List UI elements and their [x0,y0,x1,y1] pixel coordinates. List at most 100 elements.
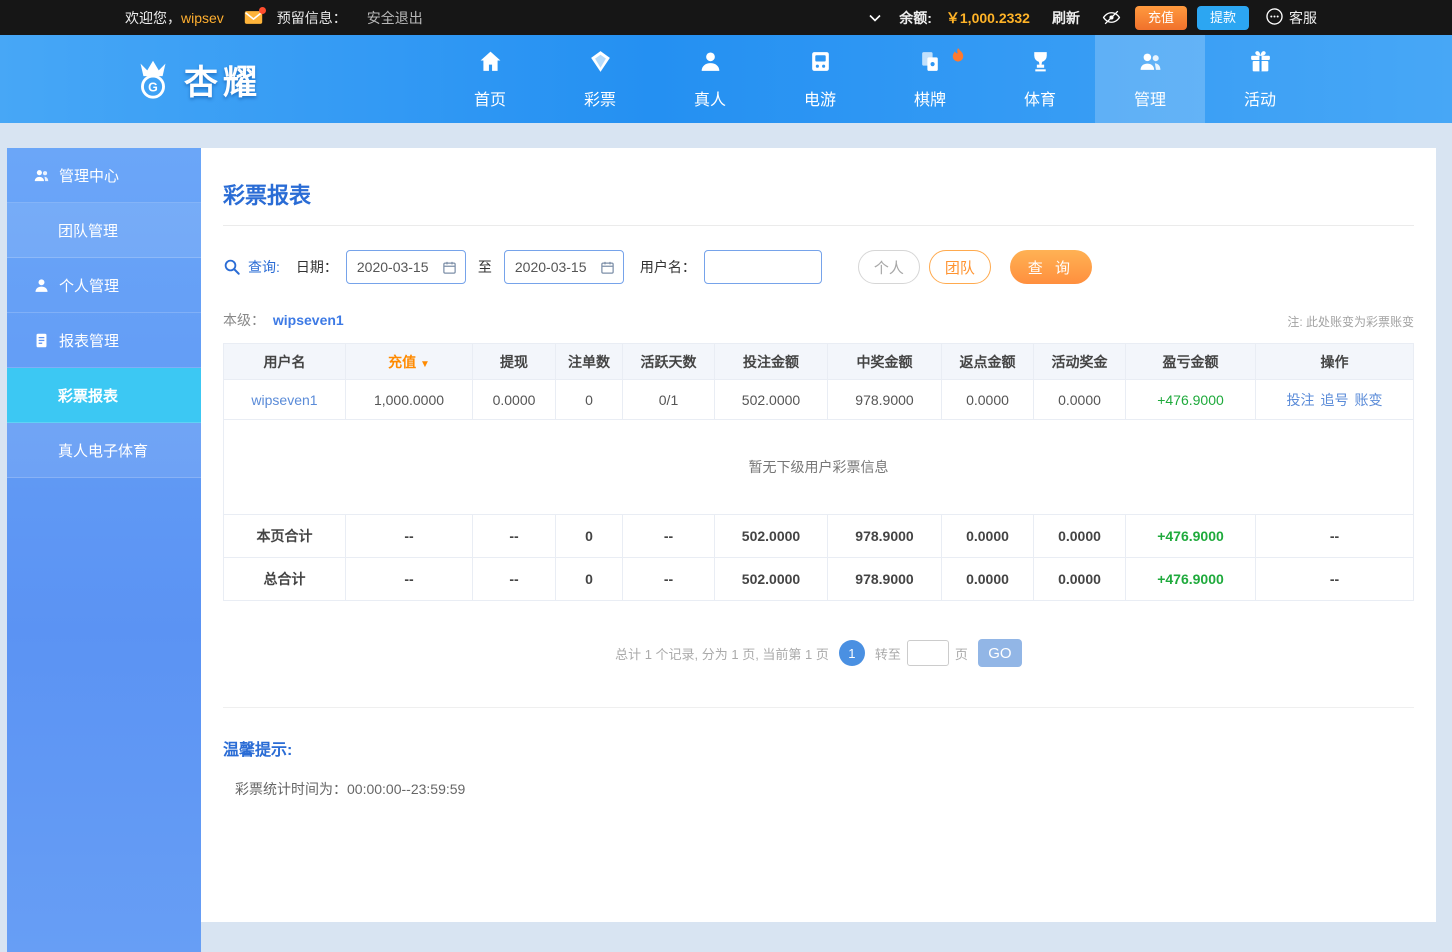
people-icon [1138,49,1163,79]
withdraw-button[interactable]: 提款 [1196,5,1249,30]
logo-emblem-icon: G [130,55,176,104]
level-row: 本级： wipseven1 注: 此处账变为彩票账变 [223,310,1414,330]
nav-item-sports[interactable]: 体育 [985,35,1095,123]
sidebar-item-personal-manage[interactable]: 个人管理 [7,258,201,313]
col-withdraw: 提现 [472,343,556,380]
team-filter-button[interactable]: 团队 [928,250,991,284]
date-from-field[interactable] [345,250,466,284]
search-button[interactable]: 查 询 [1009,250,1092,284]
recharge-button[interactable]: 充值 [1134,5,1187,30]
col-active-days: 活跃天数 [622,343,715,380]
tips-content: 彩票统计时间为：00:00:00--23:59:59 [235,781,466,797]
tips-title: 温馨提示: [223,742,293,759]
chase-link[interactable]: 追号 [1321,392,1349,408]
search-bar: 查询: 日期： 至 用户名： 个人 团队 查 询 [223,250,1414,284]
logout-link[interactable]: 安全退出 [367,8,423,28]
sort-desc-icon: ▼ [419,358,430,370]
username-field[interactable] [703,250,822,284]
date-from-input[interactable] [356,259,442,275]
search-icon [223,258,241,276]
reserved-info-label: 预留信息： [276,9,347,26]
col-recharge-sort[interactable]: 充值 ▼ [345,343,473,380]
col-username: 用户名 [223,343,346,380]
pagination: 总计 1 个记录, 分为 1 页, 当前第 1 页 1 转至 页 GO [223,639,1414,667]
calendar-icon[interactable] [442,260,457,275]
sidebar-item-manage-center[interactable]: 管理中心 [7,148,201,203]
sidebar-item-live-esports[interactable]: 真人电子体育 [7,423,201,478]
sidebar-item-report-manage[interactable]: 报表管理 [7,313,201,368]
divider [223,225,1414,226]
headset-icon [1265,7,1284,29]
content-panel: 彩票报表 查询: 日期： 至 用户名： [201,148,1436,922]
trophy-icon [1028,49,1053,79]
refresh-balance-link[interactable]: 刷新 [1052,8,1080,28]
nav-item-egames[interactable]: 电游 [765,35,875,123]
col-win-amount: 中奖金额 [827,343,942,380]
report-table: 用户名 充值 ▼ 提现 注单数 活跃天数 投注金额 中奖金额 返点金额 活动奖金… [223,343,1414,601]
sidebar-item-team-manage[interactable]: 团队管理 [7,203,201,258]
document-icon [33,332,50,349]
nav-item-activity[interactable]: 活动 [1205,35,1315,123]
nav-item-live[interactable]: 真人 [655,35,765,123]
date-to-field[interactable] [503,250,624,284]
person-icon [33,277,50,294]
col-bet-amount: 投注金额 [714,343,828,380]
nav-items: 首页 彩票 真人 电游 棋牌 体育 管理 活动 [435,35,1315,123]
mahjong-tiles-icon [918,49,943,79]
date-to-label: 至 [477,259,492,275]
page-unit-label: 页 [954,646,968,662]
page-total-row: 本页合计 -- -- 0 -- 502.0000 978.9000 0.0000… [223,514,1414,558]
table-header-row: 用户名 充值 ▼ 提现 注单数 活跃天数 投注金额 中奖金额 返点金额 活动奖金… [223,343,1414,380]
username-input[interactable] [714,259,813,275]
nav-item-manage[interactable]: 管理 [1095,35,1205,123]
empty-message: 暂无下级用户彩票信息 [223,419,1414,515]
people-icon [33,167,50,184]
personal-filter-button[interactable]: 个人 [857,250,920,284]
logo[interactable]: G 杏耀 [130,55,262,104]
customer-service-button[interactable]: 客服 [1265,7,1317,29]
go-button[interactable]: GO [977,639,1022,667]
gift-icon [1248,49,1273,79]
page-title: 彩票报表 [223,183,312,208]
bet-detail-link[interactable]: 投注 [1287,392,1315,408]
nav-item-lottery[interactable]: 彩票 [545,35,655,123]
username-label: 用户名： [639,259,696,275]
nav-item-chess[interactable]: 棋牌 [875,35,985,123]
logo-text: 杏耀 [184,63,262,102]
table-row: wipseven1 1,000.0000 0.0000 0 0/1 502.00… [223,379,1414,420]
account-change-link[interactable]: 账变 [1355,392,1383,408]
chevron-down-icon[interactable] [869,14,881,22]
row-profit: +476.9000 [1125,379,1256,420]
col-bet-count: 注单数 [555,343,623,380]
main-nav: G 杏耀 首页 彩票 真人 电游 棋牌 体育 管理 活动 [0,35,1452,123]
tips-section: 温馨提示: 彩票统计时间为：00:00:00--23:59:59 [223,707,1414,799]
page-1-button[interactable]: 1 [838,640,865,666]
nav-item-home[interactable]: 首页 [435,35,545,123]
empty-row: 暂无下级用户彩票信息 [223,419,1414,515]
account-change-note: 注: 此处账变为彩票账变 [1287,315,1414,329]
person-icon [698,49,723,79]
flame-icon [951,47,965,63]
sidebar-item-lottery-report[interactable]: 彩票报表 [7,368,201,423]
goto-label: 转至 [874,646,901,662]
balance-value: ￥1,000.2332 [945,9,1030,26]
level-user-link[interactable]: wipseven1 [273,312,344,328]
pagination-summary: 总计 1 个记录, 分为 1 页, 当前第 1 页 [615,646,829,662]
svg-text:G: G [148,80,158,94]
date-to-input[interactable] [514,259,600,275]
home-icon [478,49,503,79]
username: wipsev [181,9,224,26]
sidebar: 管理中心 团队管理 个人管理 报表管理 彩票报表 真人电子体育 [7,148,201,952]
date-label: 日期： [295,259,338,275]
goto-page-input[interactable] [906,640,949,666]
hide-balance-icon[interactable] [1102,8,1121,27]
col-actions: 操作 [1255,343,1414,380]
topbar: 欢迎您， wipsev 预留信息： 安全退出 余额: ￥1,000.2332 刷新… [0,0,1452,35]
row-username-link[interactable]: wipseven1 [251,392,317,408]
mail-icon[interactable] [244,7,266,25]
calendar-icon[interactable] [600,260,615,275]
welcome-text: 欢迎您， wipsev [125,9,224,26]
col-rebate: 返点金额 [941,343,1034,380]
grand-total-row: 总合计 -- -- 0 -- 502.0000 978.9000 0.0000 … [223,557,1414,601]
level-label: 本级： [223,312,265,328]
